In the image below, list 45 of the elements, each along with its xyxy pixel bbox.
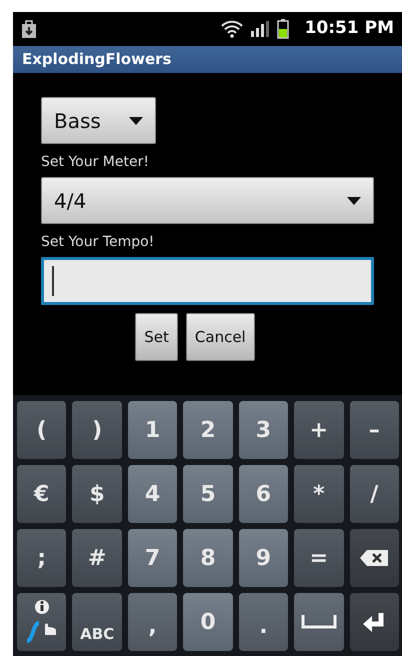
- clef-dropdown[interactable]: Bass: [41, 97, 156, 144]
- meter-label: Set Your Meter!: [41, 153, 150, 172]
- keyboard-key[interactable]: /: [350, 465, 399, 523]
- swype-key[interactable]: [17, 593, 66, 651]
- dropdown-caret-icon: [129, 116, 143, 124]
- keyboard-key[interactable]: 8: [183, 529, 233, 587]
- battery-icon: [276, 19, 289, 39]
- keyboard-key[interactable]: ABC: [72, 593, 122, 651]
- keyboard-key[interactable]: ): [72, 401, 122, 459]
- space-bar-icon: [300, 615, 337, 629]
- keyboard-key[interactable]: #: [72, 529, 122, 587]
- keyboard-key[interactable]: ;: [17, 529, 66, 587]
- clock-time: 10:51 PM: [304, 17, 394, 40]
- backspace-key[interactable]: [350, 529, 399, 587]
- keyboard-key[interactable]: (: [17, 401, 66, 459]
- keyboard-key[interactable]: 6: [238, 465, 288, 523]
- keyboard-key[interactable]: 7: [128, 529, 178, 587]
- keyboard-key[interactable]: 3: [238, 401, 288, 459]
- space-key[interactable]: [294, 593, 344, 651]
- keyboard-key[interactable]: =: [294, 529, 344, 587]
- signal-icon: [250, 21, 269, 37]
- meter-dropdown[interactable]: 4/4: [41, 177, 374, 224]
- keyboard-key[interactable]: 4: [128, 465, 178, 523]
- keyboard-key[interactable]: 1: [128, 401, 178, 459]
- enter-key[interactable]: [350, 593, 399, 651]
- keyboard-key[interactable]: 0: [183, 593, 233, 651]
- keyboard-key[interactable]: 5: [183, 465, 233, 523]
- dialog-button[interactable]: Set: [135, 313, 178, 361]
- app-title-bar: ExplodingFlowers: [13, 46, 402, 73]
- download-icon: [21, 19, 37, 39]
- keyboard-key[interactable]: –: [350, 401, 399, 459]
- keyboard-key[interactable]: 2: [183, 401, 233, 459]
- keyboard-key[interactable]: +: [294, 401, 344, 459]
- keyboard-key[interactable]: .: [238, 593, 288, 651]
- wifi-icon: [220, 20, 243, 38]
- keyboard-key[interactable]: *: [294, 465, 344, 523]
- backspace-icon: [359, 549, 390, 567]
- keyboard-key[interactable]: $: [72, 465, 122, 523]
- keyboard-key[interactable]: 9: [238, 529, 288, 587]
- dropdown-caret-icon: [347, 196, 361, 204]
- tempo-label: Set Your Tempo!: [41, 233, 156, 252]
- keyboard-key[interactable]: €: [17, 465, 66, 523]
- dialog-button[interactable]: Cancel: [186, 313, 255, 361]
- keyboard-key[interactable]: ,: [128, 593, 178, 651]
- tempo-input-field[interactable]: [41, 257, 374, 305]
